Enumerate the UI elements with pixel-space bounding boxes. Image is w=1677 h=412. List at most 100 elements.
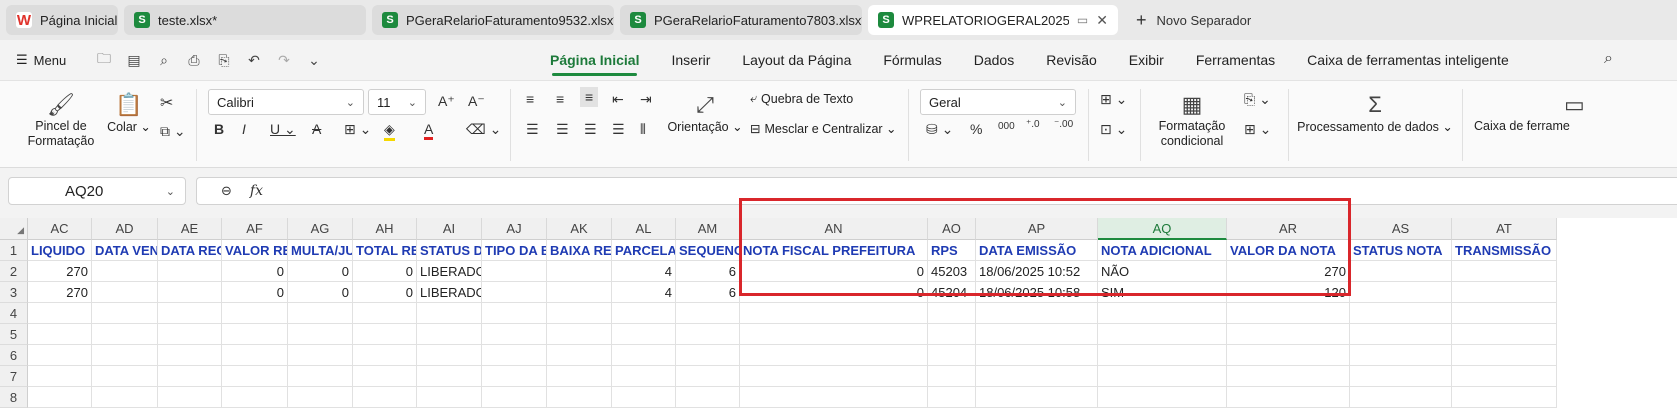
empty-cell[interactable]: [547, 345, 612, 366]
empty-cell[interactable]: [288, 324, 353, 345]
empty-cell[interactable]: [676, 366, 740, 387]
align-top-icon[interactable]: ≡: [526, 91, 534, 107]
empty-cell[interactable]: [740, 303, 928, 324]
empty-cell[interactable]: [158, 366, 222, 387]
name-box[interactable]: AQ20 ⌄: [8, 177, 186, 205]
header-cell[interactable]: STATUS NOTA: [1350, 240, 1452, 261]
empty-cell[interactable]: [612, 345, 676, 366]
tab-teste[interactable]: S teste.xlsx*: [124, 5, 366, 35]
data-cell[interactable]: SIM: [1098, 282, 1227, 303]
header-cell[interactable]: LIQUIDO: [28, 240, 92, 261]
tab-dados[interactable]: Dados: [958, 40, 1030, 80]
data-cell[interactable]: 6: [676, 282, 740, 303]
column-header-ae[interactable]: AE: [158, 218, 222, 240]
column-header-ai[interactable]: AI: [417, 218, 482, 240]
empty-cell[interactable]: [28, 387, 92, 408]
close-icon[interactable]: ✕: [1096, 12, 1108, 29]
empty-cell[interactable]: [482, 387, 547, 408]
empty-cell[interactable]: [288, 303, 353, 324]
data-cell[interactable]: [1452, 261, 1557, 282]
data-cell[interactable]: 45203: [928, 261, 976, 282]
header-cell[interactable]: NOTA FISCAL PREFEITURA: [740, 240, 928, 261]
data-cell[interactable]: 270: [28, 261, 92, 282]
empty-cell[interactable]: [1098, 345, 1227, 366]
open-folder-icon[interactable]: 🗀: [96, 48, 112, 72]
borders-icon[interactable]: ⊞ ⌄: [344, 121, 371, 138]
data-cell[interactable]: 0: [222, 282, 288, 303]
orientation-button[interactable]: ⤢ Orientação ⌄: [667, 93, 742, 135]
thousands-separator-icon[interactable]: 000: [998, 121, 1015, 132]
empty-cell[interactable]: [92, 387, 158, 408]
empty-cell[interactable]: [676, 345, 740, 366]
bold-icon[interactable]: B: [214, 121, 224, 137]
column-header-ac[interactable]: AC: [28, 218, 92, 240]
row-header-6[interactable]: 6: [0, 345, 28, 366]
empty-cell[interactable]: [1350, 366, 1452, 387]
header-cell[interactable]: NOTA ADICIONAL: [1098, 240, 1227, 261]
menu-button[interactable]: ☰ Menu: [0, 52, 86, 68]
conditional-formatting-button[interactable]: ▦ Formatação condicional: [1152, 93, 1232, 149]
empty-cell[interactable]: [612, 387, 676, 408]
empty-cell[interactable]: [612, 324, 676, 345]
header-cell[interactable]: VALOR RE: [222, 240, 288, 261]
empty-cell[interactable]: [417, 324, 482, 345]
header-cell[interactable]: BAIXA REF: [547, 240, 612, 261]
justify-icon[interactable]: ☰: [612, 121, 625, 138]
empty-cell[interactable]: [482, 345, 547, 366]
data-cell[interactable]: [1452, 282, 1557, 303]
header-cell[interactable]: VALOR DA NOTA: [1227, 240, 1350, 261]
data-cell[interactable]: 0: [353, 282, 417, 303]
empty-cell[interactable]: [1350, 345, 1452, 366]
empty-cell[interactable]: [288, 366, 353, 387]
empty-cell[interactable]: [417, 303, 482, 324]
column-header-ao[interactable]: AO: [928, 218, 976, 240]
empty-cell[interactable]: [1227, 324, 1350, 345]
data-cell[interactable]: 0: [740, 282, 928, 303]
empty-cell[interactable]: [1098, 324, 1227, 345]
row-header-3[interactable]: 3: [0, 282, 28, 303]
fill-color-icon[interactable]: ◈: [384, 121, 395, 141]
empty-cell[interactable]: [928, 345, 976, 366]
tab-pagina-inicial[interactable]: Página Inicial: [534, 40, 655, 80]
empty-cell[interactable]: [1227, 366, 1350, 387]
cell-style-icon[interactable]: ⊡ ⌄: [1100, 121, 1127, 138]
empty-cell[interactable]: [158, 303, 222, 324]
print-preview-icon[interactable]: ⎘: [216, 52, 232, 69]
empty-cell[interactable]: [1350, 303, 1452, 324]
decrease-font-icon[interactable]: A⁻: [468, 93, 485, 110]
empty-cell[interactable]: [547, 303, 612, 324]
tab-caixa-ferramentas[interactable]: Caixa de ferramentas inteligente: [1291, 40, 1525, 80]
row-header-5[interactable]: 5: [0, 324, 28, 345]
row-col-icon[interactable]: ⊞ ⌄: [1244, 121, 1271, 138]
empty-cell[interactable]: [1452, 366, 1557, 387]
print-icon[interactable]: ⎙: [186, 52, 202, 69]
empty-cell[interactable]: [288, 345, 353, 366]
header-cell[interactable]: DATA EMISSÃO: [976, 240, 1098, 261]
data-cell[interactable]: [92, 282, 158, 303]
empty-cell[interactable]: [353, 303, 417, 324]
empty-cell[interactable]: [28, 324, 92, 345]
data-cell[interactable]: [547, 282, 612, 303]
tab-relatorio-7803[interactable]: S PGeraRelarioFaturamento7803.xlsx*: [620, 5, 862, 35]
empty-cell[interactable]: [353, 324, 417, 345]
empty-cell[interactable]: [222, 387, 288, 408]
empty-cell[interactable]: [1227, 303, 1350, 324]
data-cell[interactable]: 6: [676, 261, 740, 282]
data-cell[interactable]: [1350, 261, 1452, 282]
font-color-icon[interactable]: A: [424, 121, 434, 140]
tab-formulas[interactable]: Fórmulas: [867, 40, 957, 80]
header-cell[interactable]: TOTAL REC: [353, 240, 417, 261]
data-cell[interactable]: 18/06/2025 10:58: [976, 282, 1098, 303]
empty-cell[interactable]: [1350, 387, 1452, 408]
empty-cell[interactable]: [1227, 387, 1350, 408]
distributed-icon[interactable]: ⫴: [640, 121, 646, 138]
number-format-select[interactable]: Geral ⌄: [920, 89, 1076, 115]
empty-cell[interactable]: [547, 366, 612, 387]
tab-ferramentas[interactable]: Ferramentas: [1180, 40, 1291, 80]
empty-cell[interactable]: [612, 303, 676, 324]
eraser-icon[interactable]: ⌫ ⌄: [466, 121, 501, 138]
empty-cell[interactable]: [928, 324, 976, 345]
column-header-ag[interactable]: AG: [288, 218, 353, 240]
align-middle-icon[interactable]: ≡: [556, 91, 564, 107]
empty-cell[interactable]: [28, 345, 92, 366]
